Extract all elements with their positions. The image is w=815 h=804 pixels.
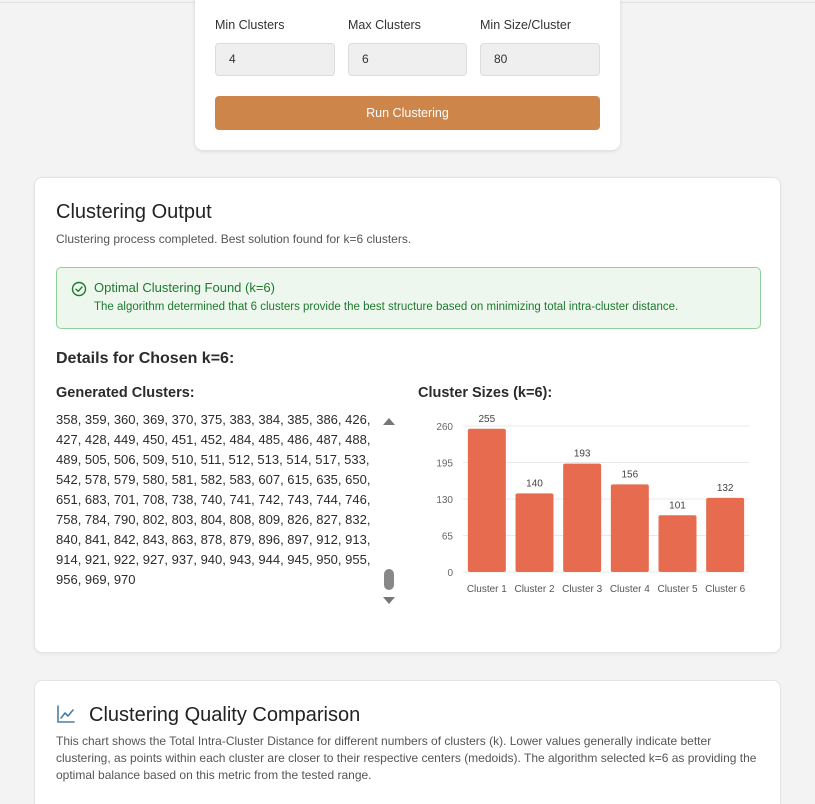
- scroll-down-arrow-icon[interactable]: [383, 597, 395, 604]
- bar-value-label: 156: [621, 469, 638, 480]
- output-subtitle: Clustering process completed. Best solut…: [56, 232, 412, 246]
- line-chart-icon: [57, 705, 75, 723]
- bar-6[interactable]: [706, 497, 745, 572]
- success-text: The algorithm determined that 6 clusters…: [94, 301, 679, 313]
- min-size-label: Min Size/Cluster: [480, 18, 571, 32]
- output-title: Clustering Output: [56, 201, 212, 223]
- bar-value-label: 140: [526, 478, 543, 489]
- x-tick-label: Cluster 2: [514, 584, 554, 595]
- details-title: Details for Chosen k=6:: [56, 350, 235, 367]
- x-tick-label: Cluster 5: [657, 584, 697, 595]
- settings-card: Min Clusters Max Clusters Min Size/Clust…: [195, 0, 620, 150]
- quality-title: Clustering Quality Comparison: [89, 704, 361, 726]
- min-clusters-label: Min Clusters: [215, 18, 285, 32]
- bar-2[interactable]: [515, 493, 554, 572]
- bar-value-label: 255: [478, 414, 495, 425]
- x-tick-label: Cluster 3: [562, 584, 602, 595]
- success-title: Optimal Clustering Found (k=6): [94, 280, 275, 295]
- y-tick-label: 195: [436, 459, 453, 470]
- cluster-sizes-chart: 0 65 130 195 260 255 Cluster 1 140 Cluster 2 193 C…: [436, 414, 749, 595]
- cluster-sizes-title: Cluster Sizes (k=6):: [418, 385, 553, 401]
- bar-value-label: 101: [669, 500, 686, 511]
- scrollbar-thumb[interactable]: [384, 569, 394, 590]
- run-clustering-button[interactable]: Run Clustering: [215, 96, 600, 130]
- min-size-input[interactable]: 80: [480, 43, 600, 76]
- quality-description: This chart shows the Total Intra-Cluster…: [56, 734, 757, 782]
- x-tick-label: Cluster 6: [705, 584, 745, 595]
- min-clusters-input[interactable]: 4: [215, 43, 335, 76]
- generated-clusters-title: Generated Clusters:: [56, 385, 195, 401]
- check-circle-icon: [71, 281, 87, 297]
- y-tick-label: 65: [442, 532, 454, 543]
- scroll-up-arrow-icon[interactable]: [383, 418, 395, 425]
- max-clusters-label: Max Clusters: [348, 18, 421, 32]
- bar-5[interactable]: [658, 515, 697, 572]
- bar-value-label: 193: [574, 449, 591, 460]
- y-tick-label: 130: [436, 495, 453, 506]
- quality-comparison-card: Clustering Quality Comparison This chart…: [34, 680, 781, 804]
- max-clusters-input[interactable]: 6: [348, 43, 467, 76]
- x-tick-label: Cluster 4: [610, 584, 650, 595]
- bar-1[interactable]: [467, 428, 506, 572]
- clustering-output-card: Clustering Output Clustering process com…: [34, 177, 781, 653]
- clusters-list: 358, 359, 360, 369, 370, 375, 383, 384, …: [56, 412, 371, 587]
- success-alert: Optimal Clustering Found (k=6) The algor…: [56, 267, 761, 329]
- y-tick-label: 0: [447, 568, 453, 579]
- y-tick-label: 260: [436, 422, 453, 433]
- bar-4[interactable]: [610, 484, 649, 572]
- bar-3[interactable]: [563, 463, 602, 572]
- x-tick-label: Cluster 1: [467, 584, 507, 595]
- bar-value-label: 132: [717, 483, 734, 494]
